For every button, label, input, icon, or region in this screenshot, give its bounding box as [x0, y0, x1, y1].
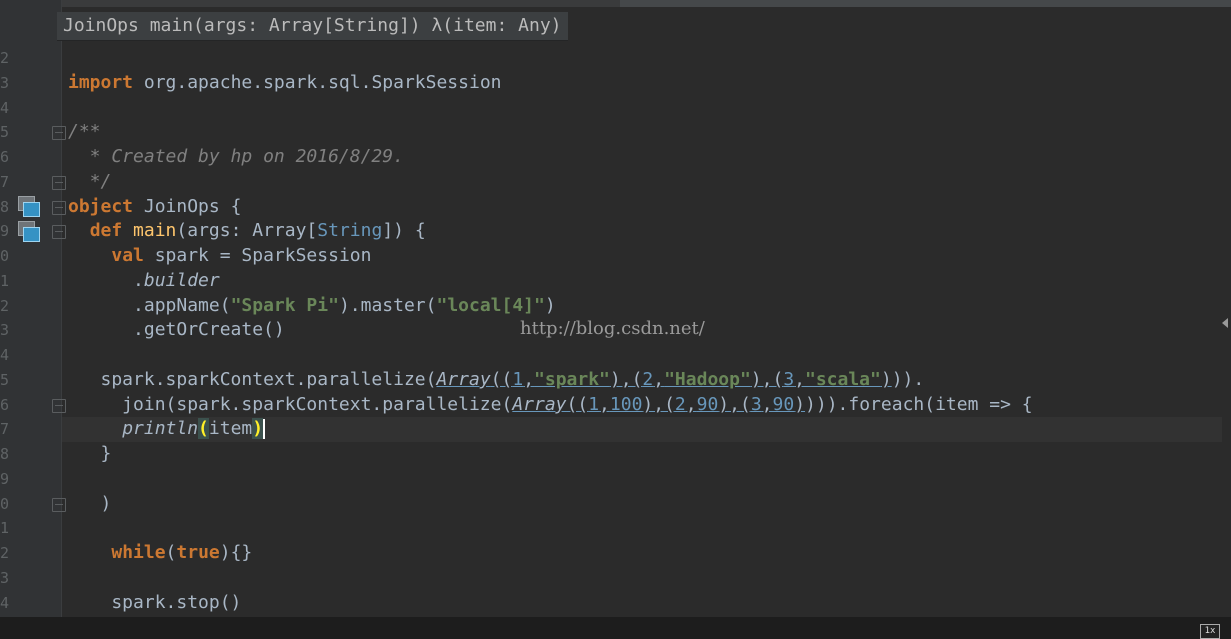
line-number: 6 — [0, 396, 10, 414]
implemented-icon[interactable] — [18, 221, 40, 242]
scroll-marker-icon — [1222, 318, 1228, 328]
code-line-16: join(spark.sparkContext.parallelize(Arra… — [68, 394, 1033, 415]
text-caret — [263, 419, 266, 439]
code-line-15: spark.sparkContext.parallelize(Array((1,… — [68, 369, 925, 390]
line-number: 4 — [0, 346, 10, 364]
line-number: 1 — [0, 519, 10, 537]
fold-icon[interactable] — [52, 201, 66, 215]
status-bar — [0, 617, 1231, 639]
code-line-20: ) — [68, 493, 112, 514]
line-number: 4 — [0, 594, 10, 612]
code-line-8: object JoinOps { — [68, 196, 242, 217]
line-number: 2 — [0, 544, 10, 562]
fold-icon[interactable] — [52, 176, 66, 190]
line-number: 8 — [0, 445, 10, 463]
line-number: 9 — [0, 470, 10, 488]
code-line-7: */ — [68, 171, 112, 192]
code-editor[interactable]: import org.apache.spark.sql.SparkSession… — [68, 0, 1218, 617]
line-number: 2 — [0, 297, 10, 315]
code-line-11: .builder — [68, 270, 220, 291]
code-line-22: while(true){} — [111, 542, 253, 563]
code-line-3: import org.apache.spark.sql.SparkSession — [68, 72, 502, 93]
line-number: 8 — [0, 198, 10, 216]
line-number: 5 — [0, 123, 10, 141]
fold-icon[interactable] — [52, 126, 66, 140]
line-number: 2 — [0, 49, 10, 67]
zoom-badge[interactable]: 1x — [1200, 624, 1220, 639]
line-number: 0 — [0, 247, 10, 265]
line-number: 5 — [0, 371, 10, 389]
gutter-border — [61, 0, 62, 639]
code-line-13: .getOrCreate() — [68, 319, 285, 340]
code-line-5: /** — [68, 121, 101, 142]
line-number: 3 — [0, 569, 10, 587]
code-line-12: .appName("Spark Pi").master("local[4]") — [68, 295, 556, 316]
code-line-10: val spark = SparkSession — [111, 245, 372, 266]
breadcrumb[interactable]: JoinOps main(args: Array[String]) λ(item… — [57, 12, 568, 40]
line-number: 7 — [0, 420, 10, 438]
code-line-18: } — [68, 443, 112, 464]
code-line-24: spark.stop() — [68, 592, 242, 613]
line-number: 3 — [0, 74, 10, 92]
code-line-6: * Created by hp on 2016/8/29. — [68, 146, 404, 167]
watermark: http://blog.csdn.net/ — [520, 318, 705, 339]
fold-icon[interactable] — [52, 399, 66, 413]
line-number: 9 — [0, 222, 10, 240]
line-number: 6 — [0, 148, 10, 166]
implemented-icon[interactable] — [18, 196, 40, 217]
code-line-9: def main(args: Array[String]) { — [89, 220, 426, 241]
fold-icon[interactable] — [52, 498, 66, 512]
line-number: 0 — [0, 495, 10, 513]
fold-icon[interactable] — [52, 225, 66, 239]
code-line-17: println(item) — [122, 418, 266, 439]
line-number: 7 — [0, 173, 10, 191]
line-number: 4 — [0, 99, 10, 117]
line-number: 3 — [0, 321, 10, 339]
line-number: 1 — [0, 272, 10, 290]
